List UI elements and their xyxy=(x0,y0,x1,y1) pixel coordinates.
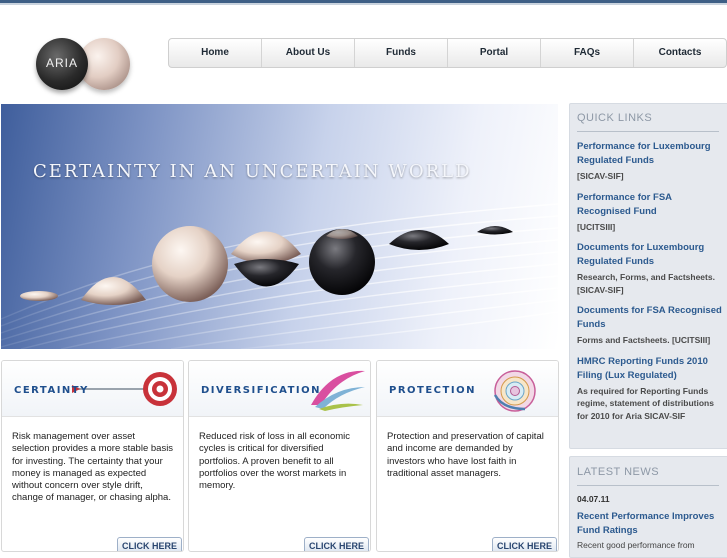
card-protection: PROTECTION Protection and preservation o… xyxy=(376,360,559,552)
divider xyxy=(577,131,719,132)
banner-headline: Certainty in an uncertain world xyxy=(33,161,472,182)
sphere-7 xyxy=(477,226,513,235)
sphere-5-cap xyxy=(326,229,358,239)
quick-link-lux-performance[interactable]: Performance for Luxembourg Regulated Fun… xyxy=(577,140,723,168)
sphere-1 xyxy=(20,291,58,301)
quick-links-title: QUICK LINKS xyxy=(577,112,653,124)
quick-links-list: Performance for Luxembourg Regulated Fun… xyxy=(577,140,723,430)
sphere-6 xyxy=(389,230,449,250)
sphere-4-bottom xyxy=(234,259,299,287)
nautilus-shell-icon xyxy=(493,370,536,412)
card-text: Protection and preservation of capital a… xyxy=(387,431,544,479)
quick-link-hmrc-reporting[interactable]: HMRC Reporting Funds 2010 Filing (Lux Re… xyxy=(577,355,723,383)
top-accent-bar-light xyxy=(0,3,727,5)
banner-artwork xyxy=(1,203,558,349)
main-nav: Home About Us Funds Portal FAQs Contacts xyxy=(168,38,727,68)
nav-faqs[interactable]: FAQs xyxy=(540,39,633,67)
card-text: Risk management over asset selection pro… xyxy=(12,431,174,504)
card-diversification: DIVERSIFICATION Reduced risk of loss in … xyxy=(188,360,371,552)
quick-link-desc: [SICAV-SIF] xyxy=(577,171,624,181)
quick-link-desc: Forms and Factsheets. [UCITSIII] xyxy=(577,335,711,345)
quick-link-desc: [UCITSIII] xyxy=(577,221,616,232)
nav-funds[interactable]: Funds xyxy=(354,39,447,67)
nav-about-us[interactable]: About Us xyxy=(261,39,354,67)
quick-link-lux-documents[interactable]: Documents for Luxembourg Regulated Funds xyxy=(577,241,723,269)
sphere-3 xyxy=(152,226,228,302)
quick-link-desc: Research, Forms, and Factsheets. [SICAV-… xyxy=(577,272,715,295)
quick-link-desc: As required for Reporting Funds regime, … xyxy=(577,385,714,421)
hero-banner: Certainty in an uncertain world xyxy=(1,104,558,349)
news-date: 04.07.11 xyxy=(577,494,610,504)
logo-wordmark: ARIA xyxy=(45,56,78,70)
card-certainty: CERTAINTY Risk management over asset sel… xyxy=(1,360,184,552)
latest-news-panel: LATEST NEWS 04.07.11 Recent Performance … xyxy=(569,456,727,558)
quick-link-fsa-performance[interactable]: Performance for FSA Recognised Fund xyxy=(577,191,723,219)
news-headline-link[interactable]: Recent Performance Improves Fund Ratings xyxy=(577,510,723,538)
card-title: PROTECTION xyxy=(389,385,476,396)
aria-logo[interactable]: ARIA xyxy=(32,36,136,94)
latest-news-title: LATEST NEWS xyxy=(577,466,660,478)
quick-links-panel: QUICK LINKS Performance for Luxembourg R… xyxy=(569,103,727,449)
nav-contacts[interactable]: Contacts xyxy=(633,39,726,67)
card-title: CERTAINTY xyxy=(14,385,89,396)
divider xyxy=(577,485,719,486)
card-text: Reduced risk of loss in all economic cyc… xyxy=(199,431,351,492)
nav-portal[interactable]: Portal xyxy=(447,39,540,67)
news-snippet: Recent good performance from xyxy=(577,540,695,550)
quick-link-fsa-documents[interactable]: Documents for FSA Recognised Funds xyxy=(577,304,723,332)
card-title: DIVERSIFICATION xyxy=(201,385,321,396)
nav-home[interactable]: Home xyxy=(169,39,261,67)
